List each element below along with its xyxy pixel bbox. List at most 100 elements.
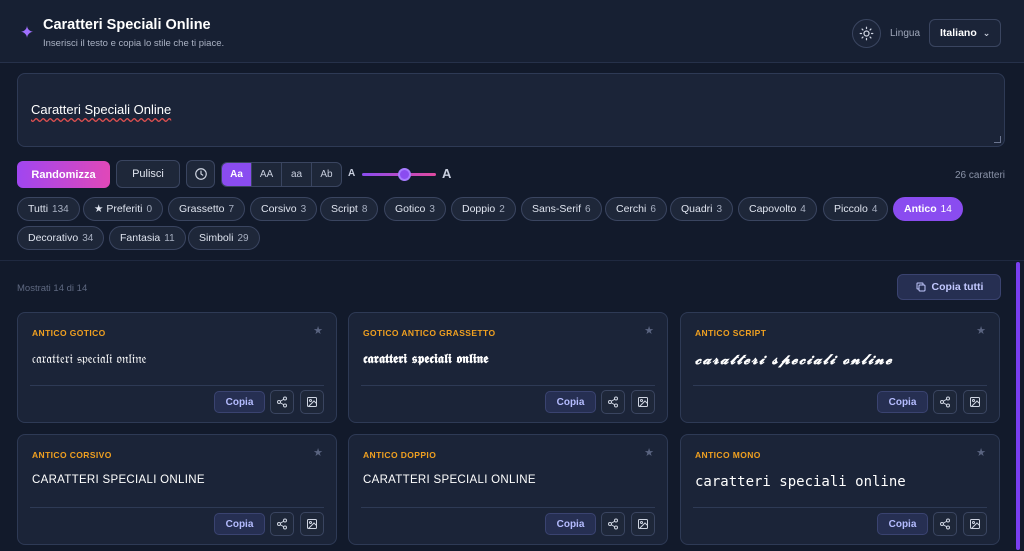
language-label: Lingua [890,28,921,39]
star-icon[interactable]: ★ [644,324,654,337]
share-button[interactable] [601,512,625,536]
char-count: 26 caratteri [954,170,1005,181]
section-divider [0,260,1024,261]
card-divider [693,385,987,386]
share-button[interactable] [270,512,294,536]
image-button[interactable] [631,512,655,536]
share-button[interactable] [933,390,957,414]
copy-all-label: Copia tutti [931,281,984,293]
star-icon[interactable]: ★ [976,324,986,337]
results-count: Mostrati 14 di 14 [17,283,88,294]
chip-script[interactable]: Script 8 [320,197,379,221]
clock-icon [194,168,207,180]
language-select[interactable]: Italiano ⌄ [929,19,1001,47]
share-button[interactable] [270,390,294,414]
copy-button[interactable]: Copia [214,391,265,413]
chip-cerchi[interactable]: Cerchi 6 [605,197,667,221]
card-divider [361,507,655,508]
card-divider [30,507,324,508]
card-title: ANTICO SCRIPT [695,328,767,338]
image-icon [638,397,648,407]
style-card: ANTICO CORSIVO ★ CARATTERI SPECIALI ONLI… [17,434,337,545]
chip-fantasia[interactable]: Fantasia 11 [109,226,186,250]
card-title: ANTICO MONO [695,450,761,460]
size-slider-thumb[interactable] [398,168,411,181]
card-preview: CARATTERI SPECIALI ONLINE [32,474,205,486]
share-icon [277,396,287,408]
card-divider [361,385,655,386]
randomize-button[interactable]: Randomizza [17,161,110,188]
card-divider [693,507,987,508]
copy-button[interactable]: Copia [877,391,928,413]
chip-quadri[interactable]: Quadri 3 [670,197,734,221]
size-small-label: A [348,168,356,179]
copy-button[interactable]: Copia [214,513,265,535]
image-button[interactable] [963,390,987,414]
history-button[interactable] [186,160,215,188]
app-header: ✦ Caratteri Speciali Online Inserisci il… [0,0,1024,63]
card-preview: 𝚌𝚊𝚛𝚊𝚝𝚝𝚎𝚛𝚒 𝚜𝚙𝚎𝚌𝚒𝚊𝚕𝚒 𝚘𝚗𝚕𝚒𝚗𝚎 [695,474,906,490]
case-option-capitalize[interactable]: Aa [222,163,252,186]
case-option-lower[interactable]: aa [282,163,312,186]
star-icon[interactable]: ★ [313,446,323,459]
app-subtitle: Inserisci il testo e copia lo stile che … [43,38,225,49]
card-preview: 𝓬𝓪𝓻𝓪𝓽𝓽𝓮𝓻𝓲 𝓼𝓹𝓮𝓬𝓲𝓪𝓵𝓲 𝓸𝓷𝓵𝓲𝓷𝓮 [695,352,894,368]
image-button[interactable] [300,390,324,414]
image-icon [970,519,980,529]
style-card: ANTICO GOTICO ★ 𝔠𝔞𝔯𝔞𝔱𝔱𝔢𝔯𝔦 𝔰𝔭𝔢𝔠𝔦𝔞𝔩𝔦 𝔬𝔫𝔩𝔦𝔫… [17,312,337,423]
image-button[interactable] [963,512,987,536]
copy-button[interactable]: Copia [545,391,596,413]
image-button[interactable] [300,512,324,536]
copy-all-button[interactable]: Copia tutti [897,274,1001,300]
image-icon [638,519,648,529]
image-icon [307,519,317,529]
star-icon[interactable]: ★ [644,446,654,459]
sparkle-icon: ✦ [19,23,35,42]
chip-preferiti[interactable]: ★ Preferiti 0 [83,197,164,221]
chip-sans-serif[interactable]: Sans-Serif 6 [521,197,602,221]
chip-piccolo[interactable]: Piccolo 4 [823,197,889,221]
style-card: ANTICO SCRIPT ★ 𝓬𝓪𝓻𝓪𝓽𝓽𝓮𝓻𝓲 𝓼𝓹𝓮𝓬𝓲𝓪𝓵𝓲 𝓸𝓷𝓵𝓲𝓷… [680,312,1000,423]
chip-corsivo[interactable]: Corsivo 3 [250,197,318,221]
share-button[interactable] [601,390,625,414]
chip-doppio[interactable]: Doppio 2 [451,197,516,221]
text-input-value: Caratteri Speciali Online [31,102,172,117]
share-icon [608,396,618,408]
sun-icon [859,26,874,41]
card-title: ANTICO CORSIVO [32,450,112,460]
chip-simboli[interactable]: Simboli 29 [188,226,260,250]
case-option-upper[interactable]: AA [252,163,282,186]
case-selector: Aa AA aa Ab [221,162,342,187]
style-card: ANTICO DOPPIO ★ CARATTERI SPECIALI ONLIN… [348,434,668,545]
app-title: Caratteri Speciali Online [43,17,211,33]
image-icon [307,397,317,407]
clear-button[interactable]: Pulisci [116,160,180,188]
star-icon[interactable]: ★ [313,324,323,337]
share-icon [277,518,287,530]
chip-decorativo[interactable]: Decorativo 34 [17,226,105,250]
chip-grassetto[interactable]: Grassetto 7 [168,197,246,221]
copy-icon [916,282,926,292]
size-big-label: A [442,166,452,181]
copy-button[interactable]: Copia [877,513,928,535]
chip-tutti[interactable]: Tutti 134 [17,197,80,221]
text-input[interactable]: Caratteri Speciali Online [17,73,1005,147]
share-icon [940,396,950,408]
share-icon [940,518,950,530]
card-preview: 𝔠𝔞𝔯𝔞𝔱𝔱𝔢𝔯𝔦 𝔰𝔭𝔢𝔠𝔦𝔞𝔩𝔦 𝔬𝔫𝔩𝔦𝔫𝔢 [32,352,147,367]
image-button[interactable] [631,390,655,414]
case-option-title[interactable]: Ab [312,163,341,186]
chip-gotico[interactable]: Gotico 3 [384,197,446,221]
card-divider [30,385,324,386]
card-title: ANTICO GOTICO [32,328,106,338]
resize-handle[interactable] [994,136,1001,143]
share-icon [608,518,618,530]
scrollbar-thumb[interactable] [1016,262,1020,550]
star-icon[interactable]: ★ [976,446,986,459]
chip-antico[interactable]: Antico 14 [893,197,963,221]
card-preview: CARATTERI SPECIALI ONLINE [363,474,536,486]
copy-button[interactable]: Copia [545,513,596,535]
theme-toggle-button[interactable] [852,19,881,48]
share-button[interactable] [933,512,957,536]
chip-capovolto[interactable]: Capovolto 4 [738,197,817,221]
